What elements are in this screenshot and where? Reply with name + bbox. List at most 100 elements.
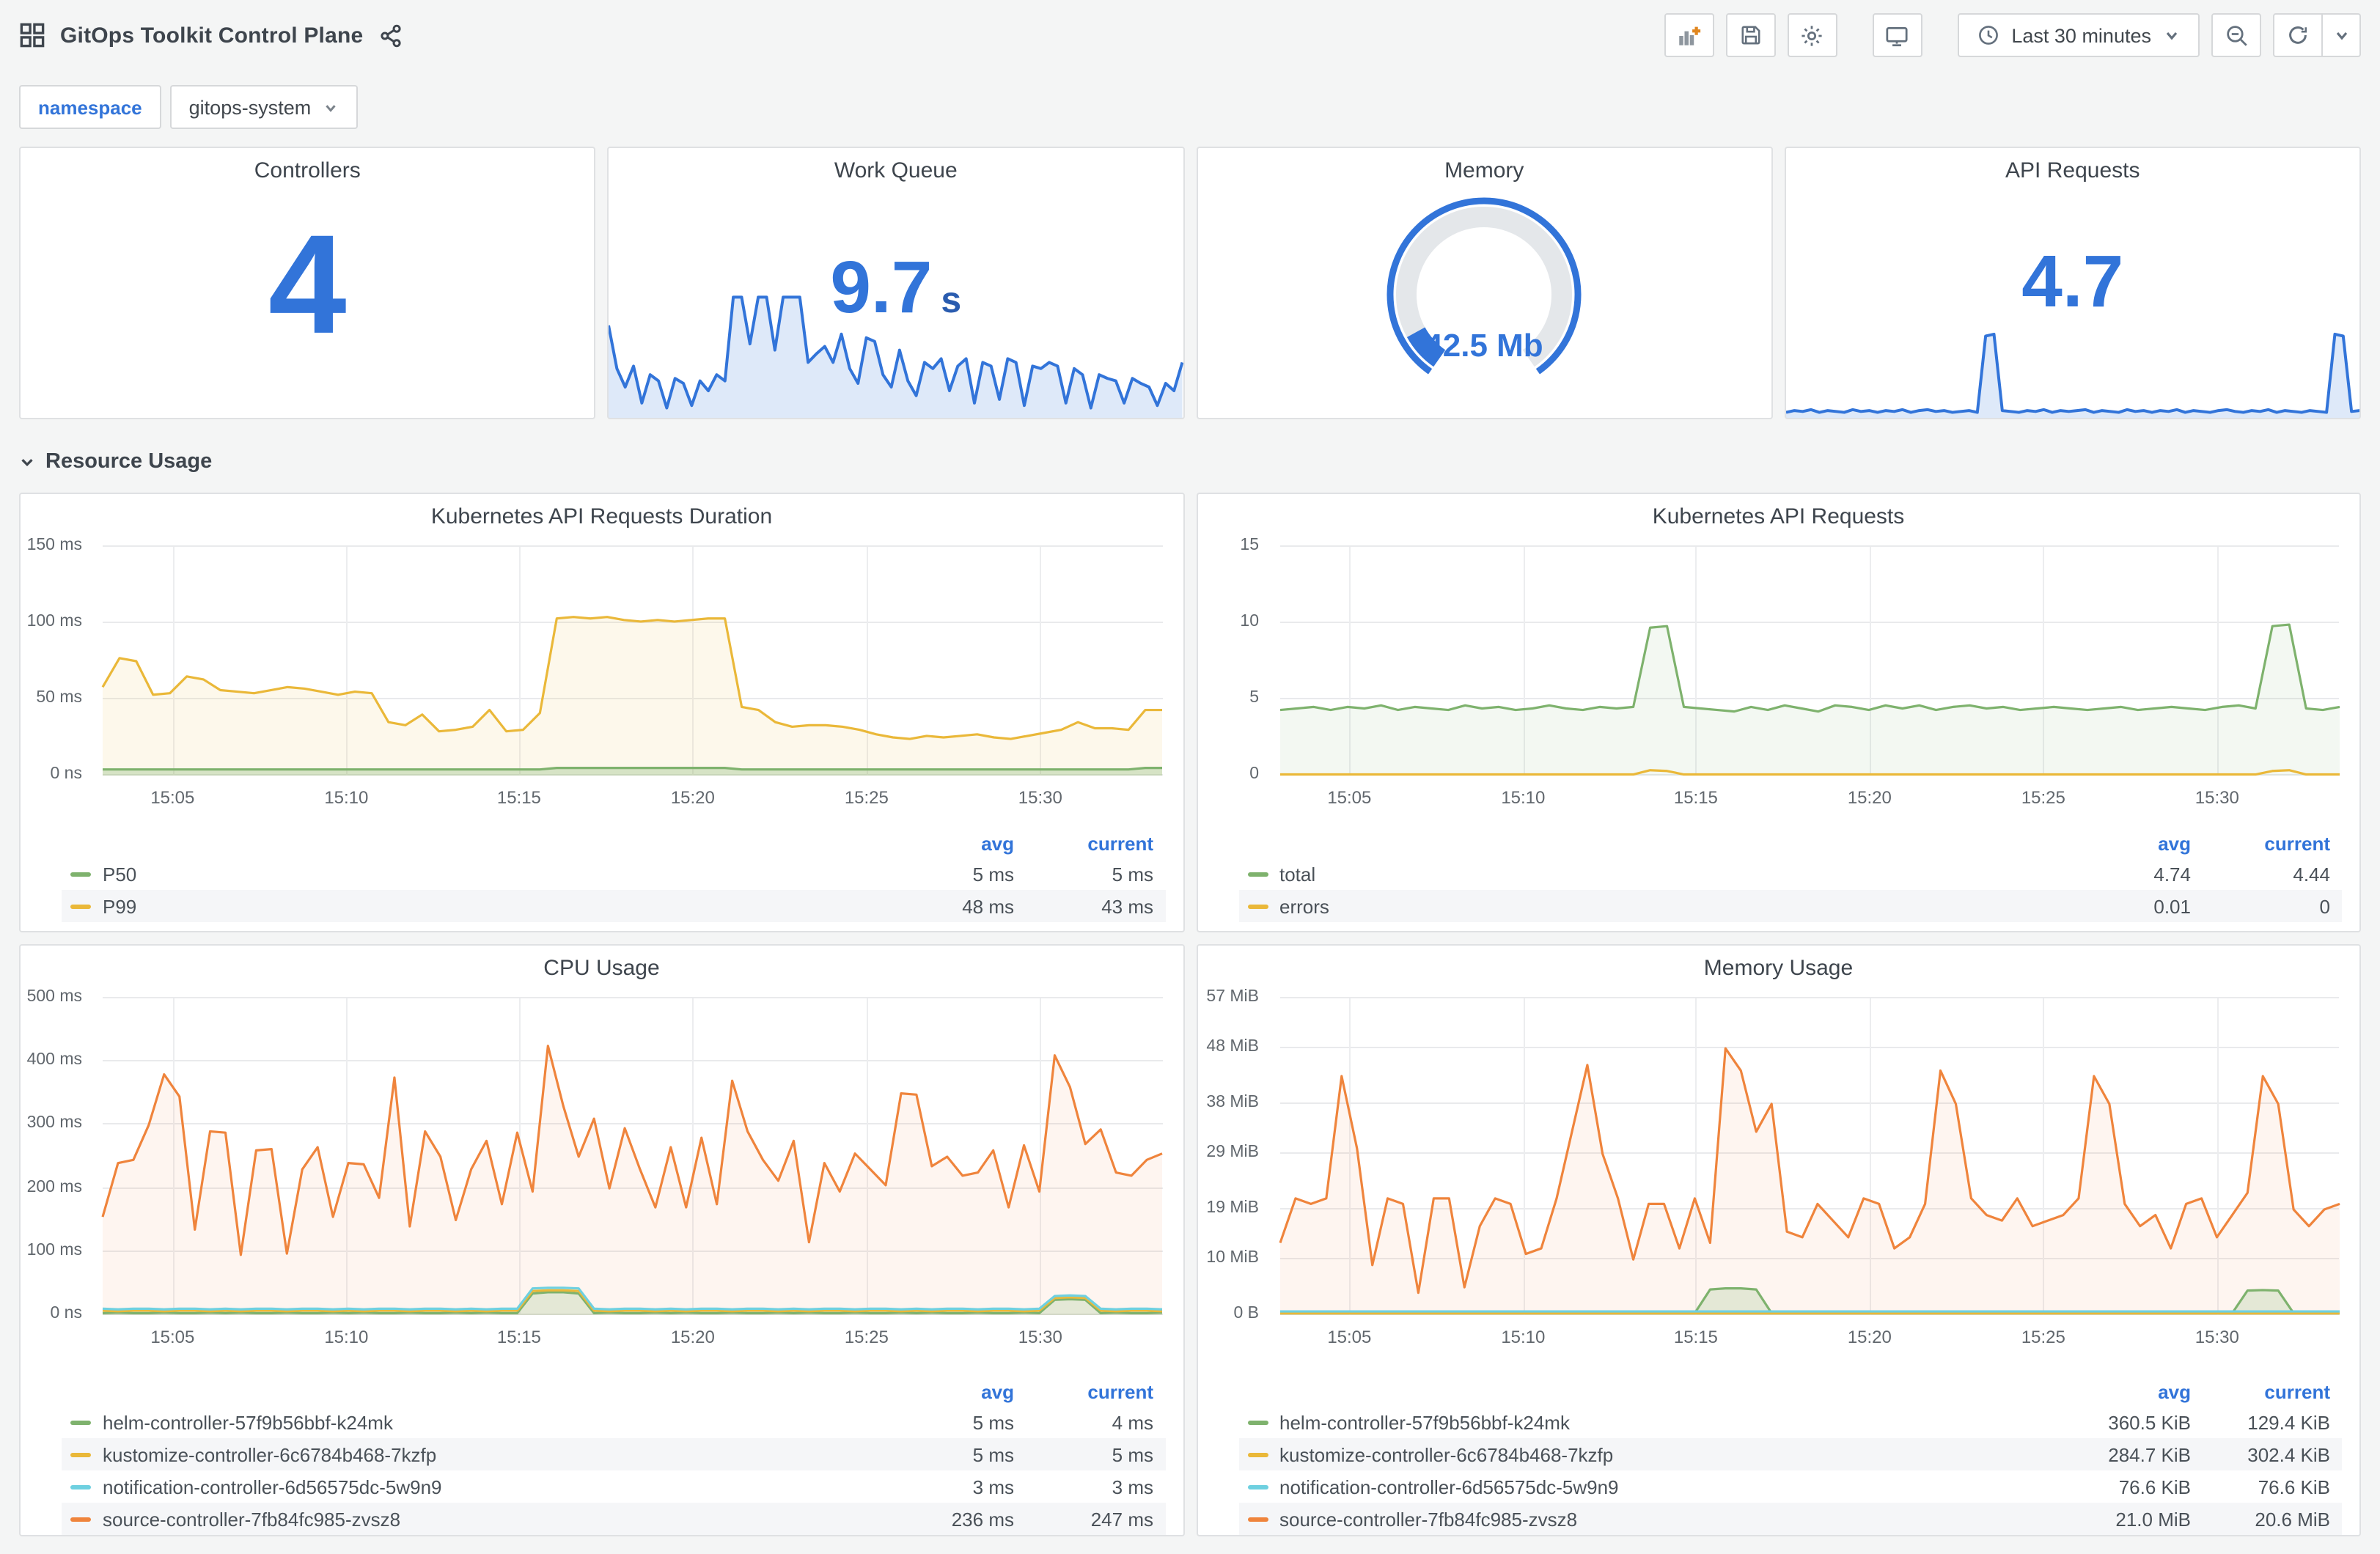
series-color-dash <box>70 1484 91 1489</box>
time-range-picker[interactable]: Last 30 minutes <box>1957 13 2200 57</box>
series-current: 5 ms <box>1112 1443 1153 1465</box>
legend-row[interactable]: source-controller-7fb84fc985-zvsz8 21.0 M… <box>1238 1503 2342 1535</box>
series-color-dash <box>70 1420 91 1424</box>
charts-row-2: CPU Usage 0 ns 100 ms 200 ms 300 ms 400 ms 50… <box>19 944 2361 1536</box>
panel-title: Kubernetes API Requests <box>1652 504 1905 529</box>
panel-controllers: Controllers 4 <box>19 147 596 419</box>
chevron-down-icon <box>2166 32 2178 40</box>
series-avg: 236 ms <box>951 1508 1014 1530</box>
cpu-chart: 0 ns 100 ms 200 ms 300 ms 400 ms 500 ms 15:05 1… <box>21 988 1183 1368</box>
series-color-dash <box>70 1452 91 1457</box>
series-name: P50 <box>103 863 137 885</box>
panel-title: Controllers <box>254 158 361 183</box>
series-current: 0 <box>2319 895 2330 917</box>
legend-row[interactable]: P50 5 ms 5 ms <box>62 858 1165 890</box>
series-current: 20.6 MiB <box>2255 1508 2330 1530</box>
series-name: kustomize-controller-6c6784b468-7kzfp <box>103 1443 437 1465</box>
cycle-view-tv-button[interactable] <box>1872 13 1922 57</box>
panel-k8s-api-requests-duration: Kubernetes API Requests Duration 0 ns 50 … <box>19 493 1184 932</box>
panel-memory-usage: Memory Usage 0 B 10 MiB 19 MiB 29 MiB 38 MiB… <box>1196 944 2361 1536</box>
y-axis-labels: 0 ns 50 ms 100 ms 150 ms <box>26 537 82 783</box>
x-axis-labels: 15:05 15:10 15:15 15:20 15:25 15:30 <box>150 1327 1062 1347</box>
variables-submenu: namespace gitops-system <box>0 70 2380 147</box>
series-avg: 5 ms <box>972 863 1014 885</box>
series-avg: 360.5 KiB <box>2108 1411 2191 1433</box>
series-name: source-controller-7fb84fc985-zvsz8 <box>103 1508 401 1530</box>
section-resource-usage[interactable]: Resource Usage <box>0 431 2380 493</box>
legend-row[interactable]: P99 48 ms 43 ms <box>62 890 1165 922</box>
series-color-dash <box>70 1517 91 1521</box>
controllers-value: 4 <box>268 206 347 364</box>
series-name: total <box>1279 863 1316 885</box>
memory-legend: avg current helm-controller-57f9b56bbf-k24… <box>1238 1377 2342 1535</box>
api-requests-value: 4.7 <box>2021 240 2124 323</box>
series-current: 43 ms <box>1101 895 1153 917</box>
legend-row[interactable]: notification-controller-6d56575dc-5w9n9 3… <box>62 1470 1165 1503</box>
refresh-button[interactable] <box>2273 13 2323 57</box>
series-avg: 48 ms <box>962 895 1014 917</box>
share-icon[interactable] <box>378 23 403 48</box>
series-color-dash <box>1247 1420 1268 1424</box>
chevron-down-icon <box>21 458 33 466</box>
panel-cpu-usage: CPU Usage 0 ns 100 ms 200 ms 300 ms 400 ms 50… <box>19 944 1184 1536</box>
series-name: notification-controller-6d56575dc-5w9n9 <box>103 1476 442 1498</box>
legend-row[interactable]: helm-controller-57f9b56bbf-k24mk 360.5 Ki… <box>1238 1406 2342 1438</box>
legend-row[interactable]: notification-controller-6d56575dc-5w9n9 7… <box>1238 1470 2342 1503</box>
panel-title: Kubernetes API Requests Duration <box>430 504 773 529</box>
panel-title: API Requests <box>2005 158 2140 183</box>
x-axis-labels: 15:05 15:10 15:15 15:20 15:25 15:30 <box>150 787 1062 808</box>
panel-work-queue: Work Queue 9.7 s <box>607 147 1184 419</box>
series-name: errors <box>1279 895 1329 917</box>
memory-gauge: 42.5 Mb <box>1197 189 1771 397</box>
requests-legend: avg current total 4.74 4.44 errors 0.01 0 <box>1238 828 2342 922</box>
legend-header: avg current <box>2158 832 2330 854</box>
add-panel-button[interactable] <box>1664 13 1714 57</box>
variable-value-namespace[interactable]: gitops-system <box>169 85 359 129</box>
legend-row[interactable]: helm-controller-57f9b56bbf-k24mk 5 ms 4 ms <box>62 1406 1165 1438</box>
series-color-dash <box>1247 872 1268 876</box>
variable-label-namespace: namespace <box>19 85 161 129</box>
legend-header: avg current <box>2158 1380 2330 1402</box>
legend-row[interactable]: source-controller-7fb84fc985-zvsz8 236 ms… <box>62 1503 1165 1535</box>
dashboard-grid-icon[interactable] <box>19 22 45 48</box>
y-axis-labels: 0 5 10 15 <box>1240 537 1259 783</box>
series-current: 5 ms <box>1112 863 1153 885</box>
plot-area[interactable] <box>103 997 1162 1315</box>
legend-row[interactable]: kustomize-controller-6c6784b468-7kzfp 284… <box>1238 1438 2342 1470</box>
series-avg: 4.74 <box>2153 863 2191 885</box>
series-avg: 5 ms <box>972 1443 1014 1465</box>
api-requests-sparkline <box>1785 327 2359 418</box>
zoom-out-button[interactable] <box>2211 13 2261 57</box>
series-current: 76.6 KiB <box>2258 1476 2330 1498</box>
series-avg: 21.0 MiB <box>2115 1508 2191 1530</box>
y-axis-labels: 0 B 10 MiB 19 MiB 29 MiB 38 MiB 48 MiB 57 MiB <box>1206 988 1259 1322</box>
series-avg: 5 ms <box>972 1411 1014 1433</box>
y-axis-labels: 0 ns 100 ms 200 ms 300 ms 400 ms 500 ms <box>26 988 82 1322</box>
settings-gear-button[interactable] <box>1787 13 1837 57</box>
memory-chart: 0 B 10 MiB 19 MiB 29 MiB 38 MiB 48 MiB 57 MiB 1… <box>1197 988 2359 1368</box>
series-current: 129.4 KiB <box>2247 1411 2330 1433</box>
refresh-interval-dropdown[interactable] <box>2323 13 2361 57</box>
series-name: P99 <box>103 895 137 917</box>
x-axis-labels: 15:05 15:10 15:15 15:20 15:25 15:30 <box>1327 787 2239 808</box>
save-dashboard-button[interactable] <box>1725 13 1776 57</box>
series-color-dash <box>1247 1452 1268 1457</box>
series-color-dash <box>1247 904 1268 908</box>
series-name: source-controller-7fb84fc985-zvsz8 <box>1279 1508 1578 1530</box>
series-color-dash <box>70 872 91 876</box>
series-name: notification-controller-6d56575dc-5w9n9 <box>1279 1476 1619 1498</box>
plot-area[interactable] <box>1279 545 2339 776</box>
legend-header: avg current <box>981 832 1153 854</box>
dashboard-title: GitOps Toolkit Control Plane <box>60 23 364 48</box>
series-current: 4 ms <box>1112 1411 1153 1433</box>
charts-row-1: Kubernetes API Requests Duration 0 ns 50 … <box>19 493 2361 932</box>
plot-area[interactable] <box>1279 997 2339 1315</box>
svg-text:42.5 Mb: 42.5 Mb <box>1425 328 1543 364</box>
clock-icon <box>1978 26 1998 45</box>
legend-row[interactable]: errors 0.01 0 <box>1238 890 2342 922</box>
plot-area[interactable] <box>103 545 1162 776</box>
legend-row[interactable]: total 4.74 4.44 <box>1238 858 2342 890</box>
legend-row[interactable]: kustomize-controller-6c6784b468-7kzfp 5 m… <box>62 1438 1165 1470</box>
x-axis-labels: 15:05 15:10 15:15 15:20 15:25 15:30 <box>1327 1327 2239 1347</box>
chevron-down-icon <box>326 104 336 111</box>
